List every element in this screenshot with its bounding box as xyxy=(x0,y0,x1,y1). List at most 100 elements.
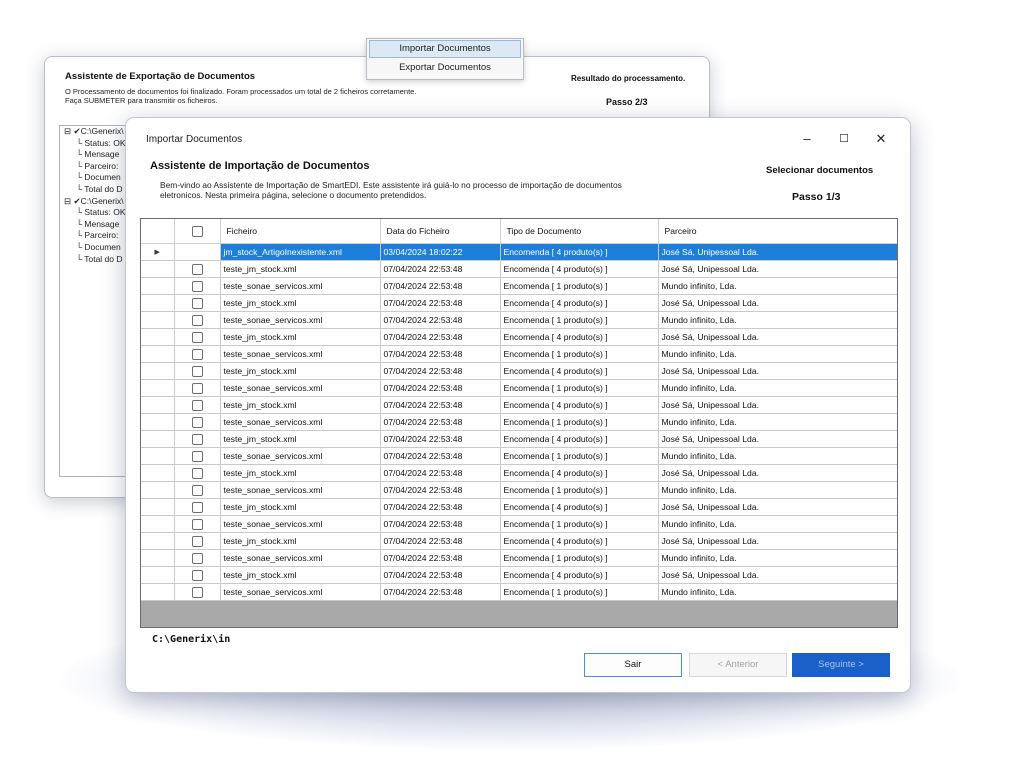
previous-button[interactable]: < Anterior xyxy=(689,653,787,677)
cell-doc-type: Encomenda [ 1 produto(s) ] xyxy=(500,447,659,465)
column-header-partner[interactable]: Parceiro xyxy=(658,219,897,244)
table-row[interactable]: teste_sonae_servicos.xml 07/04/2024 22:53… xyxy=(141,311,897,329)
column-header-doc-type[interactable]: Tipo de Documento xyxy=(500,219,659,244)
row-checkbox[interactable] xyxy=(174,447,221,465)
column-header-file[interactable]: Ficheiro xyxy=(220,219,381,244)
cell-file: teste_sonae_servicos.xml xyxy=(220,481,381,499)
table-row[interactable]: teste_jm_stock.xml 07/04/2024 22:53:48 Enc… xyxy=(141,498,897,516)
row-checkbox[interactable] xyxy=(174,311,221,329)
cell-date: 07/04/2024 22:53:48 xyxy=(380,413,501,431)
row-checkbox[interactable] xyxy=(174,362,221,380)
row-header[interactable] xyxy=(141,294,175,312)
next-button[interactable]: Seguinte > xyxy=(792,653,890,677)
cell-partner: Mundo infinito, Lda. xyxy=(658,277,897,295)
table-row[interactable]: teste_sonae_servicos.xml 07/04/2024 22:53… xyxy=(141,447,897,465)
row-checkbox[interactable] xyxy=(174,583,221,601)
table-row[interactable]: teste_sonae_servicos.xml 07/04/2024 22:53… xyxy=(141,379,897,397)
row-checkbox[interactable] xyxy=(174,549,221,567)
table-row[interactable]: teste_sonae_servicos.xml 07/04/2024 22:53… xyxy=(141,345,897,363)
row-header[interactable] xyxy=(141,447,175,465)
row-checkbox[interactable] xyxy=(174,294,221,312)
table-row[interactable]: teste_jm_stock.xml 07/04/2024 22:53:48 Enc… xyxy=(141,430,897,448)
table-row[interactable]: teste_jm_stock.xml 07/04/2024 22:53:48 Enc… xyxy=(141,396,897,414)
table-row[interactable]: teste_jm_stock.xml 07/04/2024 22:53:48 Enc… xyxy=(141,532,897,550)
row-header[interactable] xyxy=(141,481,175,499)
row-header[interactable] xyxy=(141,362,175,380)
table-row[interactable]: teste_sonae_servicos.xml 07/04/2024 22:53… xyxy=(141,515,897,533)
row-checkbox[interactable] xyxy=(174,464,221,482)
table-row[interactable]: teste_sonae_servicos.xml 07/04/2024 22:53… xyxy=(141,549,897,567)
row-checkbox[interactable] xyxy=(174,498,221,516)
row-header[interactable] xyxy=(141,583,175,601)
cell-file: teste_jm_stock.xml xyxy=(220,464,381,482)
row-checkbox[interactable] xyxy=(174,396,221,414)
close-icon[interactable]: ✕ xyxy=(866,128,896,150)
cell-date: 07/04/2024 22:53:48 xyxy=(380,430,501,448)
table-row[interactable]: teste_jm_stock.xml 07/04/2024 22:53:48 Enc… xyxy=(141,362,897,380)
cell-file: teste_sonae_servicos.xml xyxy=(220,447,381,465)
row-checkbox[interactable] xyxy=(174,566,221,584)
row-header[interactable] xyxy=(141,260,175,278)
row-header[interactable] xyxy=(141,345,175,363)
table-row[interactable]: teste_jm_stock.xml 07/04/2024 22:53:48 Enc… xyxy=(141,464,897,482)
cell-file: teste_jm_stock.xml xyxy=(220,362,381,380)
cell-partner: José Sá, Unipessoal Lda. xyxy=(658,532,897,550)
row-checkbox[interactable] xyxy=(174,413,221,431)
table-row[interactable]: ▶ jm_stock_ArtigoInexistente.xml 03/04/202… xyxy=(141,243,897,261)
table-row[interactable]: teste_sonae_servicos.xml 07/04/2024 22:53… xyxy=(141,413,897,431)
row-header[interactable] xyxy=(141,532,175,550)
row-header[interactable] xyxy=(141,277,175,295)
select-all-checkbox[interactable] xyxy=(174,219,221,244)
row-header[interactable] xyxy=(141,396,175,414)
table-row[interactable]: teste_sonae_servicos.xml 07/04/2024 22:53… xyxy=(141,583,897,601)
row-header[interactable] xyxy=(141,311,175,329)
table-row[interactable]: teste_jm_stock.xml 07/04/2024 22:53:48 Enc… xyxy=(141,294,897,312)
row-header[interactable] xyxy=(141,515,175,533)
cell-partner: José Sá, Unipessoal Lda. xyxy=(658,328,897,346)
maximize-icon[interactable]: ☐ xyxy=(829,128,859,150)
row-header[interactable] xyxy=(141,328,175,346)
row-checkbox[interactable] xyxy=(174,515,221,533)
cell-date: 07/04/2024 22:53:48 xyxy=(380,396,501,414)
checkbox-icon xyxy=(191,552,203,564)
cell-file: teste_jm_stock.xml xyxy=(220,498,381,516)
row-header[interactable] xyxy=(141,498,175,516)
row-header[interactable]: ▶ xyxy=(141,243,175,261)
row-checkbox[interactable] xyxy=(174,481,221,499)
row-checkbox[interactable] xyxy=(174,328,221,346)
cell-date: 07/04/2024 22:53:48 xyxy=(380,379,501,397)
row-header[interactable] xyxy=(141,430,175,448)
cell-file: teste_jm_stock.xml xyxy=(220,430,381,448)
row-checkbox[interactable] xyxy=(174,277,221,295)
checkbox-icon xyxy=(191,225,203,237)
cell-doc-type: Encomenda [ 4 produto(s) ] xyxy=(500,243,659,261)
row-checkbox[interactable] xyxy=(174,532,221,550)
table-row[interactable]: teste_jm_stock.xml 07/04/2024 22:53:48 Enc… xyxy=(141,260,897,278)
cell-partner: José Sá, Unipessoal Lda. xyxy=(658,243,897,261)
row-checkbox[interactable] xyxy=(174,379,221,397)
row-header[interactable] xyxy=(141,566,175,584)
table-row[interactable]: teste_sonae_servicos.xml 07/04/2024 22:53… xyxy=(141,277,897,295)
minimize-icon[interactable]: – xyxy=(792,128,822,150)
table-row[interactable]: teste_jm_stock.xml 07/04/2024 22:53:48 Enc… xyxy=(141,566,897,584)
row-header[interactable] xyxy=(141,464,175,482)
cell-doc-type: Encomenda [ 1 produto(s) ] xyxy=(500,311,659,329)
row-checkbox[interactable] xyxy=(174,260,221,278)
exit-button[interactable]: Sair xyxy=(584,653,682,677)
row-checkbox[interactable] xyxy=(174,430,221,448)
row-checkbox[interactable] xyxy=(174,345,221,363)
cell-doc-type: Encomenda [ 4 produto(s) ] xyxy=(500,362,659,380)
table-row[interactable]: teste_sonae_servicos.xml 07/04/2024 22:53… xyxy=(141,481,897,499)
row-header[interactable] xyxy=(141,379,175,397)
documents-grid[interactable]: Ficheiro Data do Ficheiro Tipo de Docume… xyxy=(140,218,898,628)
menu-item-export-documents[interactable]: Exportar Documentos xyxy=(369,59,521,77)
column-header-date[interactable]: Data do Ficheiro xyxy=(380,219,501,244)
row-header[interactable] xyxy=(141,413,175,431)
cell-doc-type: Encomenda [ 4 produto(s) ] xyxy=(500,498,659,516)
row-header[interactable] xyxy=(141,549,175,567)
table-row[interactable]: teste_jm_stock.xml 07/04/2024 22:53:48 Enc… xyxy=(141,328,897,346)
cell-date: 07/04/2024 22:53:48 xyxy=(380,328,501,346)
row-checkbox[interactable] xyxy=(174,243,221,261)
checkbox-icon xyxy=(191,365,203,377)
menu-item-import-documents[interactable]: Importar Documentos xyxy=(369,40,521,58)
